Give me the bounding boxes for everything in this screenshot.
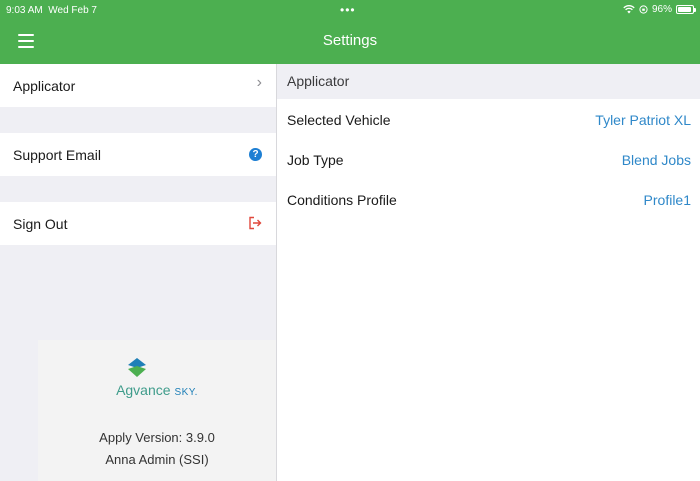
agvance-logo-text: Agvance SKY. <box>38 382 276 398</box>
sidebar-item-label: Support Email <box>13 146 101 163</box>
top-bar: 9:03 AM Wed Feb 7 ••• 96% Settings <box>0 0 700 64</box>
row-conditions-profile[interactable]: Conditions Profile Profile1 <box>277 181 700 221</box>
status-date-text: Wed Feb 7 <box>48 5 97 16</box>
detail-pane: Applicator Selected Vehicle Tyler Patrio… <box>277 64 700 481</box>
section-header: Applicator <box>277 64 700 99</box>
battery-icon <box>676 5 696 14</box>
row-label: Job Type <box>287 152 344 168</box>
logo-name: Agvance <box>116 382 171 398</box>
chevron-right-icon: › <box>256 74 262 91</box>
brand-panel: Agvance SKY. Apply Version: 3.9.0 Anna A… <box>38 340 276 481</box>
help-icon: ? <box>249 148 262 161</box>
rotation-lock-icon <box>639 5 648 14</box>
row-label: Conditions Profile <box>287 192 397 208</box>
navigation-bar: Settings <box>0 20 700 64</box>
sidebar-item-applicator[interactable]: Applicator › <box>0 64 276 107</box>
wifi-icon <box>623 5 635 14</box>
agvance-logo-icon <box>128 358 146 377</box>
battery-fill <box>678 7 692 12</box>
logo-suffix: SKY. <box>174 387 198 398</box>
status-time-text: 9:03 AM <box>6 5 43 16</box>
battery-percent: 96% <box>651 4 672 15</box>
app-version: Apply Version: 3.9.0 <box>99 430 215 445</box>
selected-vehicle-value[interactable]: Tyler Patriot XL <box>595 112 691 128</box>
job-type-value[interactable]: Blend Jobs <box>622 152 691 168</box>
row-label: Selected Vehicle <box>287 112 391 128</box>
sidebar-item-label: Sign Out <box>13 215 68 232</box>
sidebar-item-support-email[interactable]: Support Email ? <box>0 133 276 176</box>
status-bar: 9:03 AM Wed Feb 7 ••• 96% <box>0 0 700 20</box>
status-indicators: 96% <box>623 4 696 15</box>
user-name: Anna Admin (SSI) <box>105 452 209 467</box>
page-title: Settings <box>322 32 378 49</box>
multitasking-dots[interactable]: ••• <box>340 3 356 17</box>
row-selected-vehicle[interactable]: Selected Vehicle Tyler Patriot XL <box>277 101 700 141</box>
sidebar-item-sign-out[interactable]: Sign Out <box>0 202 276 245</box>
conditions-profile-value[interactable]: Profile1 <box>644 192 691 208</box>
sign-out-icon <box>249 216 262 230</box>
row-job-type[interactable]: Job Type Blend Jobs <box>277 141 700 181</box>
status-time: 9:03 AM Wed Feb 7 <box>6 5 97 16</box>
sidebar-item-label: Applicator <box>13 77 76 94</box>
